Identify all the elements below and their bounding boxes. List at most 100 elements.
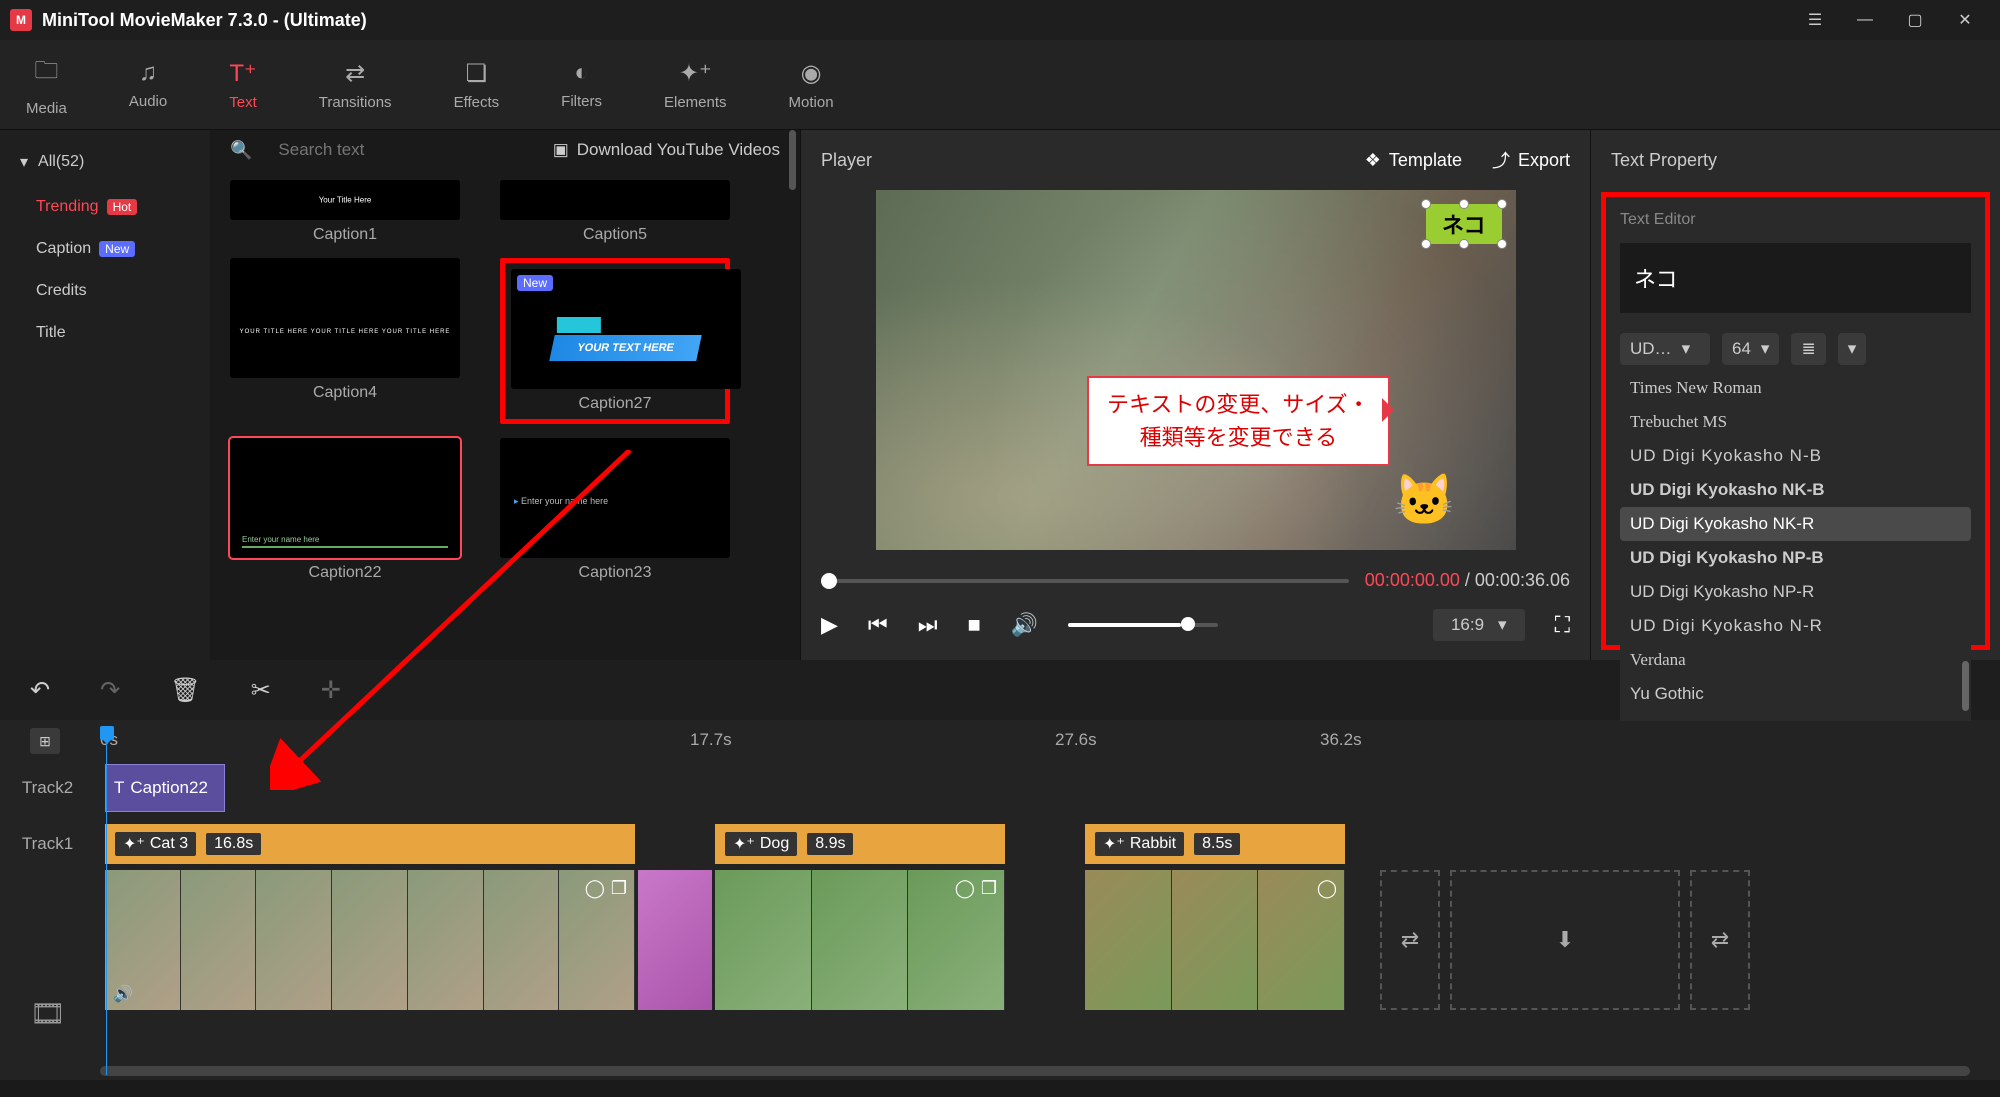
text-content-input[interactable]: [1620, 243, 1971, 313]
star-icon: ✦⁺: [1103, 834, 1125, 854]
tab-effects[interactable]: ❏Effects: [448, 55, 506, 115]
category-trending[interactable]: TrendingHot: [0, 186, 210, 228]
prev-frame-button[interactable]: ⏮: [868, 612, 888, 638]
fullscreen-button[interactable]: ⛶: [1555, 612, 1570, 638]
new-badge: New: [99, 241, 135, 257]
minimize-button[interactable]: —: [1840, 0, 1890, 40]
circle-icon: ◯: [585, 878, 605, 899]
font-option-selected[interactable]: UD Digi Kyokasho NK-R: [1620, 507, 1971, 541]
add-track-button[interactable]: ⊞: [30, 728, 60, 754]
template-caption22[interactable]: Enter your name here Caption22: [230, 438, 460, 582]
tab-motion[interactable]: ◉Motion: [783, 55, 840, 115]
search-input[interactable]: [272, 134, 522, 166]
swap-placeholder[interactable]: ⇄: [1690, 870, 1750, 1010]
hamburger-icon[interactable]: ☰: [1790, 0, 1840, 40]
font-option[interactable]: Times New Roman: [1620, 371, 1971, 405]
volume-icon[interactable]: 🔊: [1011, 612, 1038, 638]
layers-icon: ❖: [1365, 150, 1381, 171]
category-credits[interactable]: Credits: [0, 270, 210, 312]
line-height-icon: ≣: [1801, 339, 1815, 359]
split-button[interactable]: ✂: [251, 676, 271, 705]
video-clip-cat[interactable]: ✦⁺Cat 3 16.8s: [105, 824, 635, 864]
chevron-down-icon: ▾: [20, 152, 28, 172]
circle-icon: ◯: [955, 878, 975, 899]
font-size-dropdown[interactable]: 64▾: [1722, 333, 1779, 365]
font-option[interactable]: Verdana: [1620, 643, 1971, 677]
volume-slider[interactable]: [1068, 623, 1218, 627]
export-icon: ⤴: [1492, 147, 1510, 173]
category-title[interactable]: Title: [0, 312, 210, 354]
close-button[interactable]: ✕: [1940, 0, 1990, 40]
time-display: 00:00:00.00 / 00:00:36.06: [1365, 570, 1570, 591]
category-all[interactable]: ▾All(52): [0, 138, 210, 186]
font-option[interactable]: UD Digi Kyokasho NP-R: [1620, 575, 1971, 609]
font-option[interactable]: Yu Gothic UI: [1620, 711, 1971, 721]
tab-text[interactable]: T⁺Text: [223, 55, 263, 115]
copy-icon: ❐: [611, 878, 627, 899]
youtube-icon: ▣: [553, 140, 569, 160]
template-caption23[interactable]: Enter your name here Caption23: [500, 438, 730, 582]
template-caption27-highlighted[interactable]: New YOUR TEXT HERE Caption27: [500, 258, 730, 424]
clip-transition[interactable]: [638, 870, 712, 1010]
clip-thumbs-rabbit[interactable]: ◯: [1085, 870, 1345, 1010]
app-logo: M: [10, 9, 32, 31]
category-caption[interactable]: CaptionNew: [0, 228, 210, 270]
text-overlay[interactable]: ネコ: [1426, 204, 1502, 244]
font-option[interactable]: Yu Gothic: [1620, 677, 1971, 711]
timeline-ruler[interactable]: ⊞ 0s 17.7s 27.6s 36.2s: [0, 720, 2000, 760]
app-title: MiniTool MovieMaker 7.3.0 - (Ultimate): [42, 10, 367, 31]
player-panel: Player ❖Template ⤴Export ネコ 🐱 › テキストの変更、…: [800, 130, 1590, 660]
film-icon: 🎞: [30, 997, 66, 1030]
clip-thumbs-dog[interactable]: ◯❐: [715, 870, 1005, 1010]
delete-button[interactable]: 🗑: [170, 676, 200, 705]
export-button[interactable]: ⤴Export: [1492, 147, 1570, 173]
playhead[interactable]: [100, 726, 114, 740]
seek-head[interactable]: [821, 573, 837, 589]
line-height-button[interactable]: ≣: [1791, 333, 1825, 365]
font-option[interactable]: UD Digi Kyokasho NK-B: [1620, 473, 1971, 507]
redo-button[interactable]: ↷: [100, 676, 120, 705]
swap-placeholder[interactable]: ⇄: [1380, 870, 1440, 1010]
player-title: Player: [821, 150, 872, 171]
undo-button[interactable]: ↶: [30, 676, 50, 705]
elements-icon: ✦⁺: [679, 59, 712, 88]
volume-icon[interactable]: 🔊: [113, 984, 133, 1004]
font-option[interactable]: Trebuchet MS: [1620, 405, 1971, 439]
seek-bar[interactable]: [821, 579, 1349, 583]
tab-media[interactable]: 🗀Media: [20, 49, 73, 121]
tab-audio[interactable]: ♫Audio: [123, 55, 173, 114]
font-option[interactable]: UD Digi Kyokasho N-R: [1620, 609, 1971, 643]
clip-thumbs-cat[interactable]: ◯ ❐ 🔊: [105, 870, 635, 1010]
font-list-scrollbar[interactable]: [1962, 661, 1969, 711]
aspect-ratio-dropdown[interactable]: 16:9▾: [1433, 609, 1525, 641]
crop-button[interactable]: ✛: [321, 676, 341, 705]
template-caption5[interactable]: Caption5: [500, 180, 730, 244]
stop-button[interactable]: ■: [968, 612, 981, 638]
text-clip-caption22[interactable]: TCaption22: [105, 764, 225, 812]
download-youtube-button[interactable]: ▣Download YouTube Videos: [553, 140, 780, 160]
music-icon: ♫: [139, 59, 157, 87]
video-clip-dog[interactable]: ✦⁺Dog 8.9s: [715, 824, 1005, 864]
template-button[interactable]: ❖Template: [1365, 150, 1462, 171]
font-option[interactable]: UD Digi Kyokasho NP-B: [1620, 541, 1971, 575]
maximize-button[interactable]: ▢: [1890, 0, 1940, 40]
tab-filters[interactable]: ◐Filters: [555, 55, 608, 114]
chevron-down-icon: ▾: [1682, 339, 1691, 359]
tab-elements[interactable]: ✦⁺Elements: [658, 55, 733, 115]
drop-placeholder[interactable]: ⬇: [1450, 870, 1680, 1010]
font-family-dropdown[interactable]: UD…▾: [1620, 333, 1710, 365]
video-preview[interactable]: ネコ 🐱 › テキストの変更、サイズ・ 種類等を変更できる: [801, 190, 1590, 550]
tab-transition[interactable]: ⇄Transitions: [313, 55, 398, 115]
text-editor-label: Text Editor: [1620, 211, 1971, 229]
font-option[interactable]: UD Digi Kyokasho N-B: [1620, 439, 1971, 473]
video-clip-rabbit[interactable]: ✦⁺Rabbit 8.5s: [1085, 824, 1345, 864]
template-caption4[interactable]: YOUR TITLE HERE YOUR TITLE HERE YOUR TIT…: [230, 258, 460, 424]
next-frame-button[interactable]: ⏭: [918, 612, 938, 638]
star-icon: ✦⁺: [733, 834, 755, 854]
transition-icon: ⇄: [345, 59, 365, 88]
play-button[interactable]: ▶: [821, 612, 838, 638]
grid-scrollbar[interactable]: [789, 130, 796, 190]
timeline-scrollbar[interactable]: [100, 1066, 1970, 1076]
template-caption1[interactable]: Your Title Here Caption1: [230, 180, 460, 244]
more-dropdown[interactable]: ▾: [1838, 333, 1867, 365]
